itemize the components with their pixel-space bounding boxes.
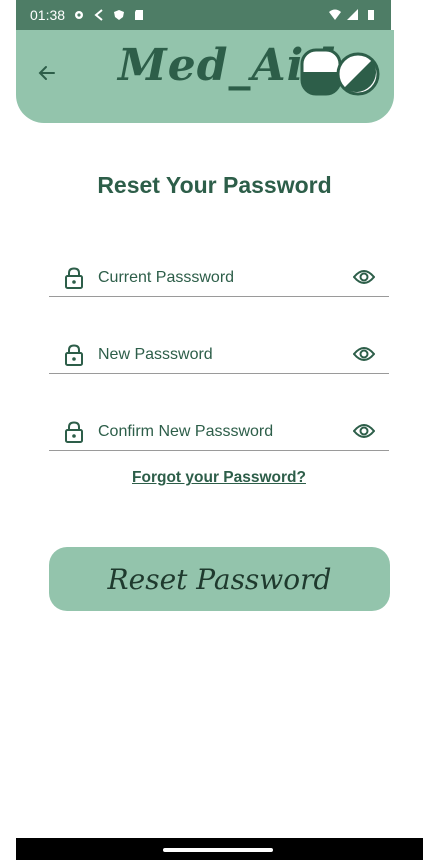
status-time: 01:38 bbox=[30, 7, 66, 23]
new-password-field[interactable]: New Passsword bbox=[49, 334, 389, 374]
lock-icon bbox=[65, 421, 83, 443]
page-title: Reset Your Password bbox=[97, 172, 332, 198]
sd-card-icon bbox=[135, 10, 144, 20]
app-header: Med_Aid bbox=[16, 30, 394, 123]
forgot-password-link[interactable]: Forgot your Password? bbox=[0, 469, 429, 487]
battery-icon bbox=[368, 10, 374, 20]
status-right bbox=[329, 9, 377, 21]
new-password-placeholder: New Passsword bbox=[98, 346, 213, 363]
current-password-placeholder: Current Passsword bbox=[98, 269, 235, 286]
reset-password-label: Reset Password bbox=[107, 562, 332, 596]
confirm-password-placeholder: Confirm New Passsword bbox=[98, 423, 274, 440]
reset-password-button[interactable]: Reset Password bbox=[49, 547, 390, 611]
lock-icon bbox=[65, 267, 83, 289]
status-left: 01:38 bbox=[30, 7, 145, 23]
signal-icon bbox=[347, 9, 358, 20]
wifi-icon bbox=[329, 9, 341, 20]
arrow-left-icon[interactable] bbox=[38, 64, 56, 82]
shield-icon bbox=[114, 10, 125, 20]
pill-icon bbox=[300, 48, 380, 96]
eye-icon[interactable] bbox=[353, 423, 375, 439]
current-password-field[interactable]: Current Passsword bbox=[49, 257, 389, 297]
eye-icon[interactable] bbox=[353, 269, 375, 285]
navigation-bar bbox=[16, 838, 423, 860]
confirm-password-field[interactable]: Confirm New Passsword bbox=[49, 411, 389, 451]
chevron-icon bbox=[94, 9, 103, 21]
home-handle[interactable] bbox=[163, 848, 273, 852]
lock-icon bbox=[65, 344, 83, 366]
status-bar: 01:38 bbox=[16, 0, 391, 30]
settings-icon bbox=[75, 11, 84, 19]
eye-icon[interactable] bbox=[353, 346, 375, 362]
